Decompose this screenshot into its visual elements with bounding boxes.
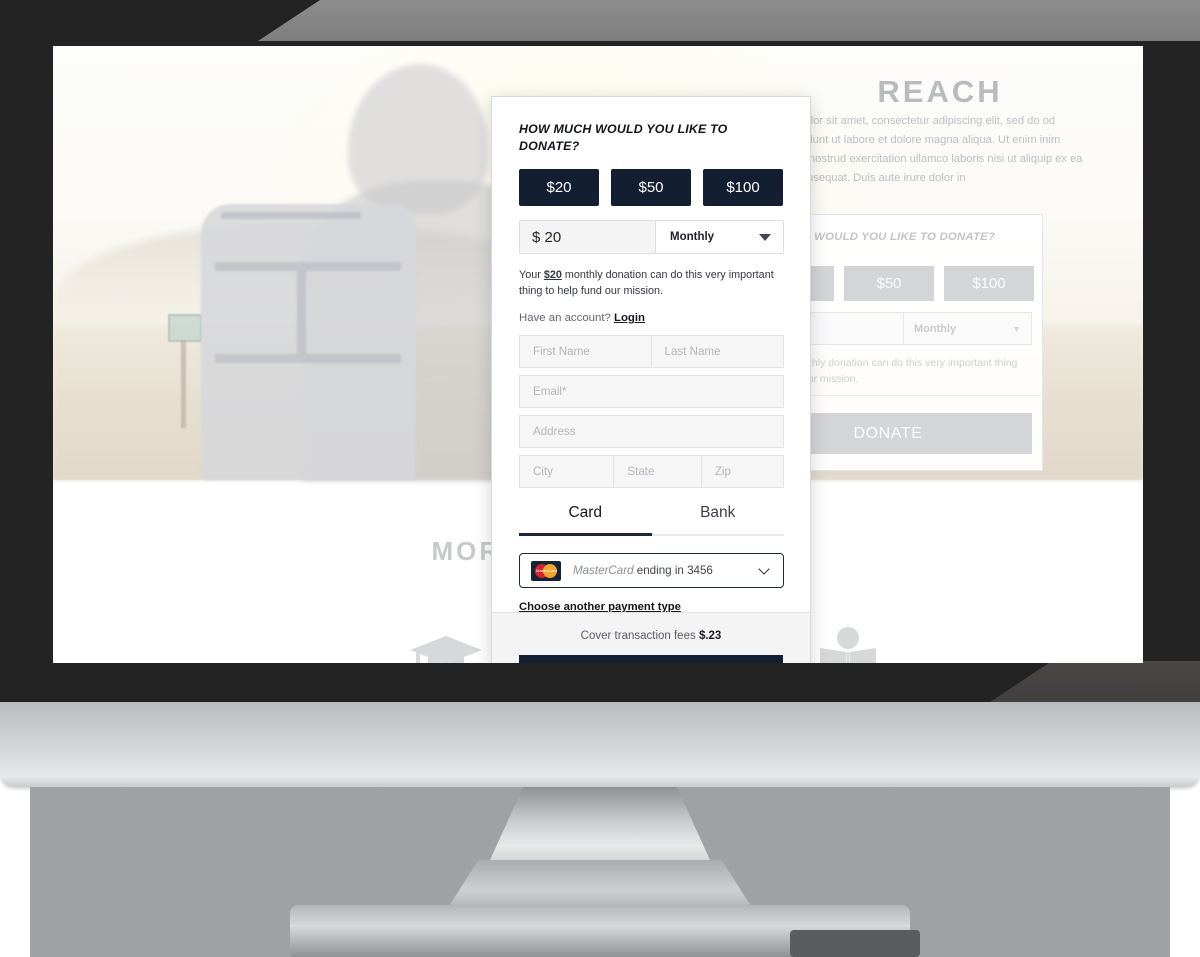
login-link[interactable]: Login: [614, 312, 645, 324]
saved-card-label: MasterCard ending in 3456: [573, 564, 760, 577]
chevron-down-icon: [759, 233, 771, 241]
fees-amount: $.23: [698, 630, 722, 642]
person-reading-book-icon: [808, 624, 888, 663]
tab-underline-inactive: [651, 533, 784, 536]
modal-footer: Cover transaction fees $.23 DONATE$50.23: [492, 612, 810, 663]
email-input[interactable]: Email*: [519, 375, 784, 408]
custom-amount-input[interactable]: $ 20: [520, 221, 655, 253]
chevron-down-icon: [758, 562, 770, 575]
frequency-select[interactable]: Monthly: [655, 221, 783, 253]
saved-card-select[interactable]: MasterCard MasterCard ending in 3456: [519, 553, 784, 588]
payment-type-tabs[interactable]: Card Bank: [519, 504, 784, 533]
address-row: Address: [519, 415, 784, 448]
email-row: Email*: [519, 375, 784, 408]
mastercard-icon: MasterCard: [531, 560, 561, 581]
address-input[interactable]: Address: [519, 415, 784, 448]
tab-card[interactable]: Card: [519, 504, 652, 533]
graduation-cap-icon: [406, 624, 486, 663]
tab-bank[interactable]: Bank: [652, 504, 785, 533]
donation-modal[interactable]: HOW MUCH WOULD YOU LIKE TO DONATE? $20 $…: [491, 96, 811, 663]
zip-input[interactable]: Zip: [701, 455, 784, 488]
amount-button-50[interactable]: $50: [611, 169, 691, 206]
contact-fields: First Name Last Name Email* Address City…: [519, 335, 784, 488]
city-input[interactable]: City: [519, 455, 615, 488]
modal-title: HOW MUCH WOULD YOU LIKE TO DONATE?: [519, 122, 728, 153]
last-name-input[interactable]: Last Name: [651, 335, 784, 368]
impact-note-amount: $20: [543, 269, 562, 281]
background-amount-button-100[interactable]: $100: [944, 266, 1034, 301]
transaction-fees-note[interactable]: Cover transaction fees $.23: [492, 630, 810, 642]
monitor-mockup: REACH rem ipsum dolor sit amet, consecte…: [0, 0, 1200, 957]
amount-button-20[interactable]: $20: [519, 169, 599, 206]
chevron-down-icon: ▼: [1012, 323, 1021, 334]
account-prompt: Have an account? Login: [519, 312, 783, 324]
card-suffix: ending in 3456: [633, 564, 713, 577]
donate-submit-button[interactable]: DONATE$50.23: [519, 655, 783, 663]
hero-backpack: [201, 204, 416, 480]
browser-viewport: REACH rem ipsum dolor sit amet, consecte…: [53, 46, 1143, 663]
first-name-input[interactable]: First Name: [519, 335, 652, 368]
account-prompt-text: Have an account?: [519, 312, 614, 324]
background-frequency-value: Monthly: [914, 322, 957, 335]
frequency-value: Monthly: [670, 231, 715, 243]
city-state-zip-row: City State Zip: [519, 455, 784, 488]
background-amount-button-50[interactable]: $50: [844, 266, 934, 301]
fees-label: Cover transaction fees: [580, 630, 699, 642]
amount-button-100[interactable]: $100: [703, 169, 783, 206]
card-brand: MasterCard: [573, 564, 634, 577]
state-input[interactable]: State: [614, 455, 702, 488]
mastercard-logo-text: MasterCard: [536, 567, 557, 573]
custom-amount-row[interactable]: $ 20 Monthly: [519, 220, 784, 254]
name-row: First Name Last Name: [519, 335, 784, 368]
amount-button-row[interactable]: $20 $50 $100: [519, 169, 783, 206]
impact-note: Your $20 monthly donation can do this ve…: [519, 267, 781, 299]
hero-trail-sign: [168, 314, 202, 342]
monitor-chin: [0, 702, 1200, 787]
impact-note-prefix: Your: [519, 269, 544, 281]
background-frequency-select[interactable]: Monthly ▼: [903, 313, 1031, 344]
tab-underline: [519, 533, 784, 536]
monitor-bezel-top-highlight: [258, 0, 1200, 41]
tab-underline-active: [519, 533, 652, 536]
hero-sign-post: [181, 340, 186, 428]
monitor-stand-foot-shadow: [790, 930, 920, 957]
